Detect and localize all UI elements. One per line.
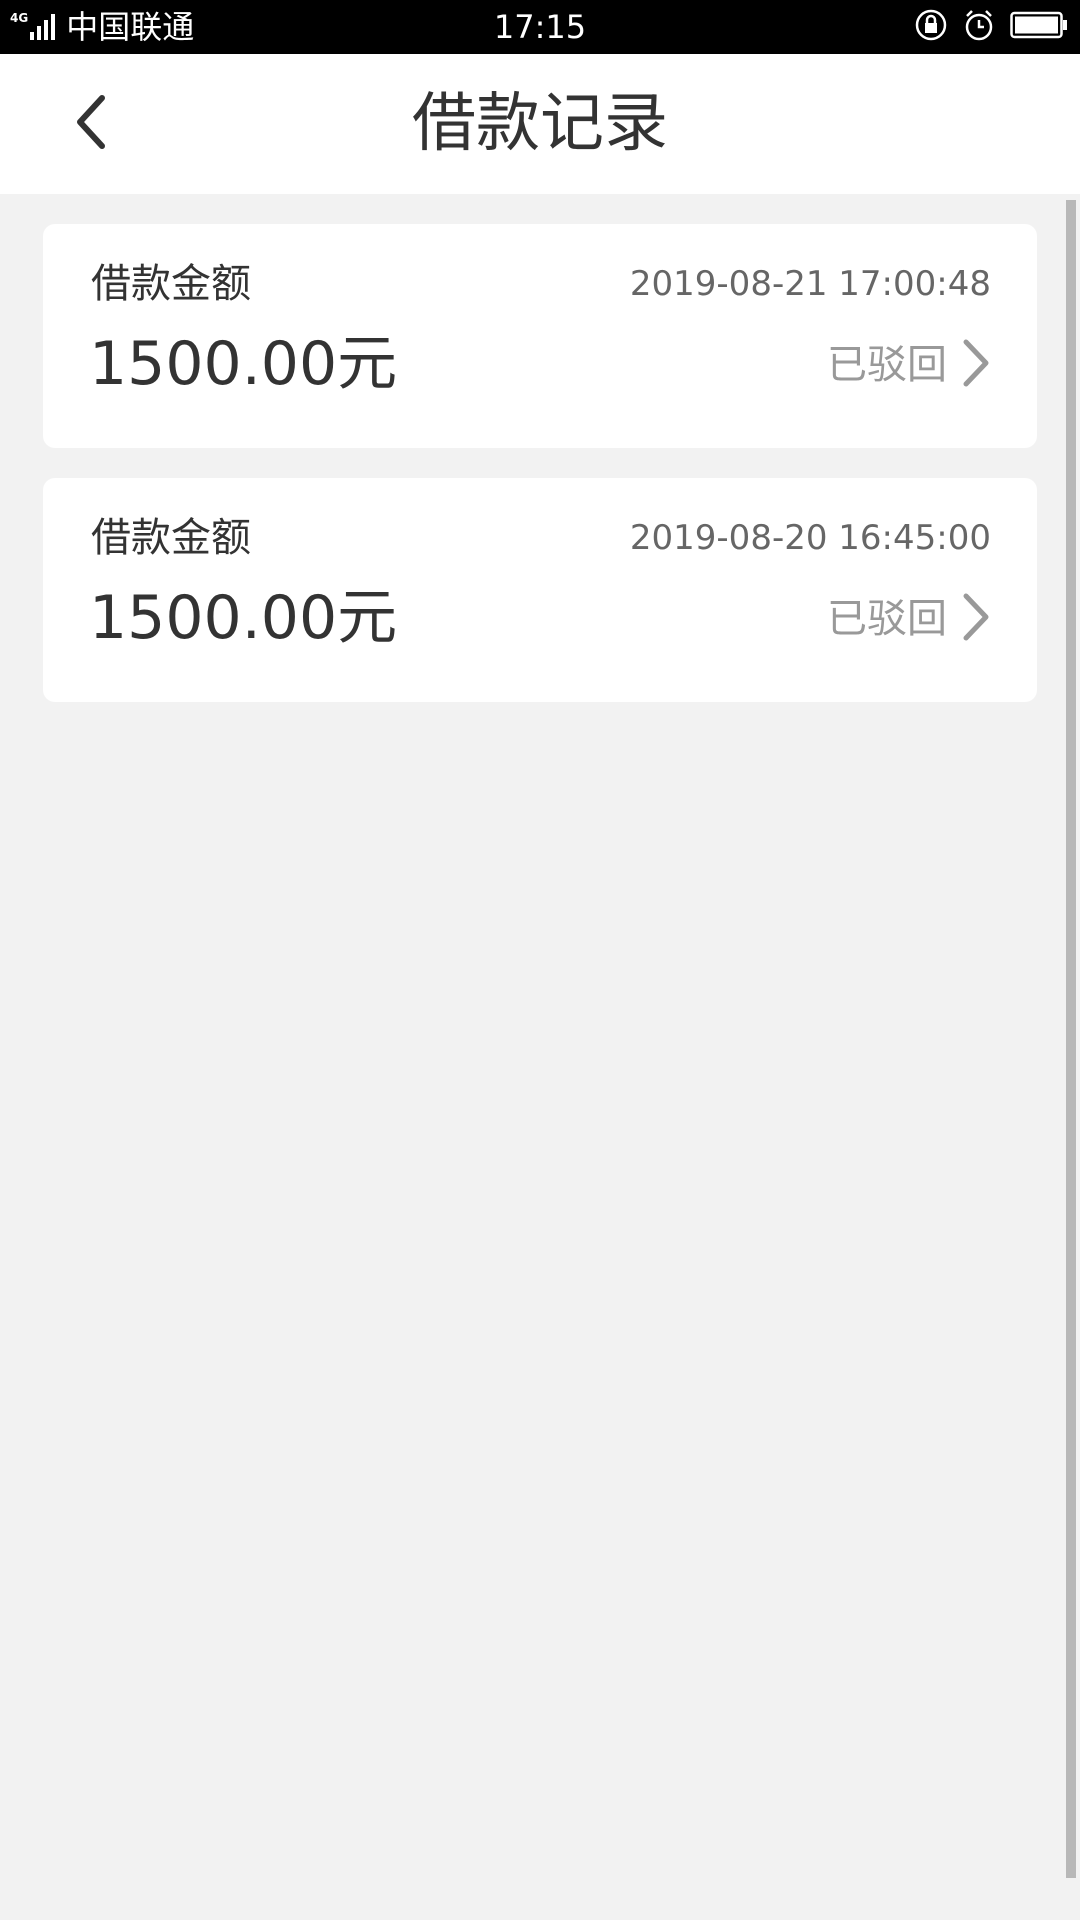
battery-icon [1010,10,1068,44]
record-amount: 1500.00元 [89,329,398,399]
record-status: 已驳回 [827,338,991,392]
record-status: 已驳回 [827,592,991,646]
record-label: 借款金额 [91,261,251,307]
loan-record-card[interactable]: 借款金额 2019-08-20 16:45:00 1500.00元 已驳回 [43,478,1037,702]
app-header: 借款记录 [0,54,1080,194]
status-bar: 4G 中国联通 17:15 [0,0,1080,54]
loan-record-card[interactable]: 借款金额 2019-08-21 17:00:48 1500.00元 已驳回 [43,224,1037,448]
status-text: 已驳回 [827,342,947,388]
record-datetime: 2019-08-20 16:45:00 [629,518,991,558]
chevron-right-icon [961,592,991,646]
lock-rotation-icon [914,8,948,46]
chevron-right-icon [961,338,991,392]
alarm-icon [962,8,996,46]
scrollbar[interactable] [1066,200,1076,1878]
status-right [900,0,1068,54]
loan-record-list: 借款金额 2019-08-21 17:00:48 1500.00元 已驳回 借款… [43,224,1037,732]
record-datetime: 2019-08-21 17:00:48 [629,264,991,304]
record-amount: 1500.00元 [89,583,398,653]
record-label: 借款金额 [91,515,251,561]
status-text: 已驳回 [827,596,947,642]
page-title: 借款记录 [412,87,668,161]
